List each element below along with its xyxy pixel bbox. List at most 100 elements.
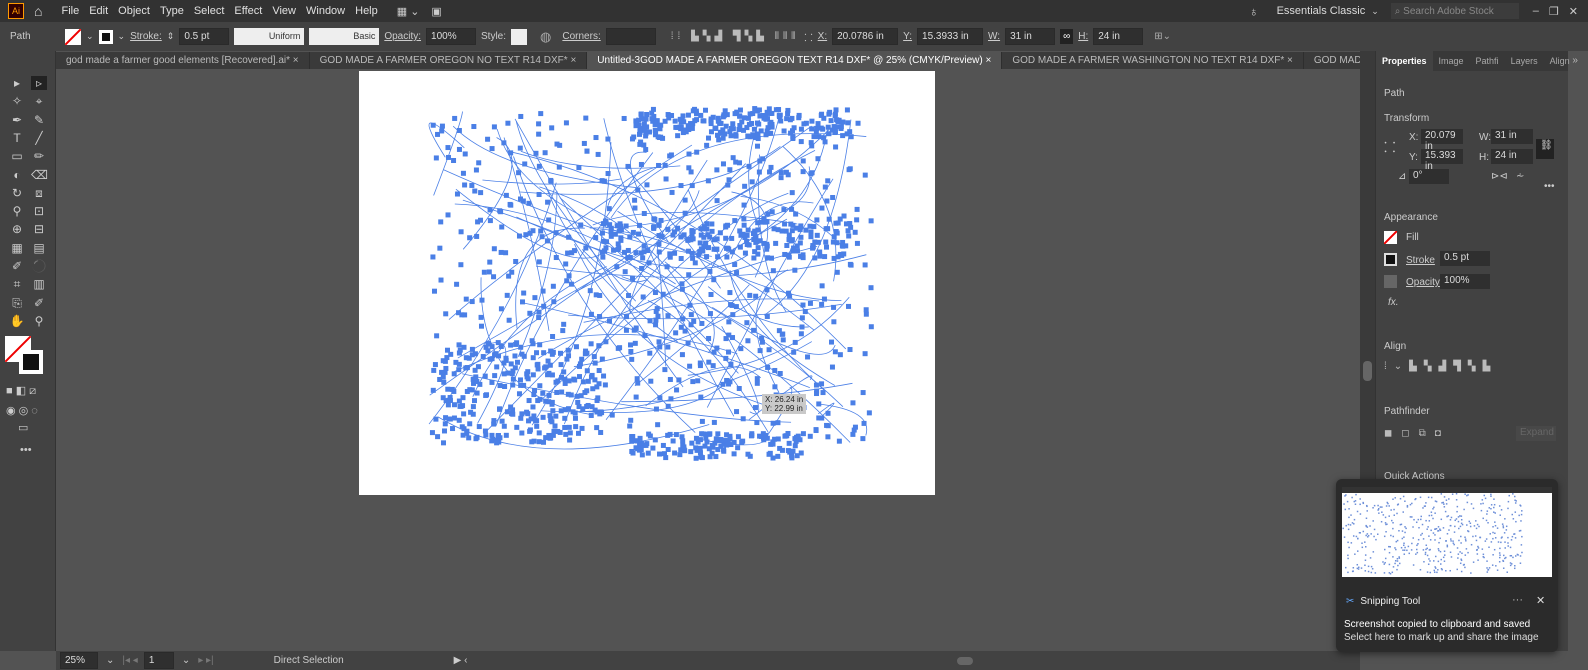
selected-artwork[interactable] xyxy=(359,71,935,495)
tool-21-icon[interactable]: ⚫ xyxy=(31,259,47,273)
tool-27-icon[interactable]: ⚲ xyxy=(31,314,47,328)
corners-label[interactable]: Corners: xyxy=(562,31,600,42)
tool-22-icon[interactable]: ⌗ xyxy=(9,277,25,291)
fill-swatch[interactable] xyxy=(65,28,81,45)
tool-7-icon[interactable]: ╱ xyxy=(31,131,47,145)
minimize-button[interactable]: – xyxy=(1533,5,1539,17)
tool-4-icon[interactable]: ✒ xyxy=(9,113,25,127)
tab-image[interactable]: Image xyxy=(1433,51,1470,71)
stroke-swatch[interactable] xyxy=(98,29,113,44)
opacity-field[interactable]: 100% xyxy=(1440,274,1490,289)
tool-16-icon[interactable]: ⊕ xyxy=(9,222,25,236)
menu-file[interactable]: File xyxy=(61,5,79,17)
recolor-icon[interactable]: ◍ xyxy=(540,29,551,45)
tool-0-icon[interactable]: ▸ xyxy=(9,76,25,90)
constrain-proportions-icon[interactable]: ∞ xyxy=(1060,29,1074,44)
tool-2-icon[interactable]: ✧ xyxy=(9,94,25,108)
tab-layers[interactable]: Layers xyxy=(1505,51,1544,71)
y-field[interactable]: 15.393 in xyxy=(1421,149,1463,172)
snipping-tool-notification[interactable]: ✂ Snipping Tool ··· ✕ Screenshot copied t… xyxy=(1336,479,1558,652)
screenshot-thumbnail[interactable] xyxy=(1342,487,1552,577)
search-input[interactable]: Search Adobe Stock xyxy=(1403,6,1494,17)
menu-select[interactable]: Select xyxy=(194,5,225,17)
w-field[interactable]: 31 in xyxy=(1005,28,1056,45)
stroke-swatch[interactable] xyxy=(1384,253,1397,266)
tab-document-4[interactable]: GOD MADE A FARMER WASHINGTON NO TEXT R14… xyxy=(1002,52,1304,69)
align-icons[interactable]: ⁞⁞ ▙▚▟ ▜▚▙ ⫴⫴⫴ xyxy=(671,31,800,42)
stroke-weight-field[interactable]: 0.5 pt xyxy=(1440,251,1490,266)
workspace-switcher[interactable]: Essentials Classic xyxy=(1277,5,1366,17)
align-buttons[interactable]: ⁞⌄▙▚▟▜▚▙ xyxy=(1384,361,1497,372)
menu-effect[interactable]: Effect xyxy=(234,5,262,17)
more-options-icon[interactable]: ··· xyxy=(1512,594,1523,606)
zoom-field[interactable]: 25% xyxy=(60,652,98,669)
tab-document-1[interactable]: god made a farmer good elements [Recover… xyxy=(56,52,310,69)
constrain-proportions-icon[interactable]: ⛓ xyxy=(1536,139,1554,159)
opacity-label[interactable]: Opacity: xyxy=(384,31,421,42)
tool-26-icon[interactable]: ✋ xyxy=(9,314,25,328)
stroke-label[interactable]: Stroke: xyxy=(130,31,162,42)
draw-mode-icons[interactable]: ◉ ◎ ◌ xyxy=(6,404,38,417)
tool-13-icon[interactable]: ⧈ xyxy=(31,186,47,200)
tool-19-icon[interactable]: ▤ xyxy=(31,241,47,255)
y-field[interactable]: 15.3933 in xyxy=(917,28,984,45)
fx-icon[interactable]: fx. xyxy=(1388,297,1399,308)
home-icon[interactable]: ⌂ xyxy=(34,3,42,19)
h-field[interactable]: 24 in xyxy=(1093,28,1144,45)
x-field[interactable]: 20.0786 in xyxy=(832,28,899,45)
reference-point-icon[interactable]: ⸬ xyxy=(804,30,812,44)
lightbulb-icon[interactable]: ♁ xyxy=(1249,4,1259,19)
tool-10-icon[interactable]: ◐ xyxy=(9,168,25,182)
corners-field[interactable] xyxy=(605,28,656,45)
tab-pathfinder[interactable]: Pathfi xyxy=(1470,51,1505,71)
menu-window[interactable]: Window xyxy=(306,5,345,17)
close-button[interactable]: ✕ xyxy=(1569,5,1578,18)
tool-14-icon[interactable]: ⚲ xyxy=(9,204,25,218)
tab-align[interactable]: Align xyxy=(1544,51,1576,71)
reference-point-icon[interactable]: ⸬ xyxy=(1384,138,1396,157)
menu-view[interactable]: View xyxy=(272,5,296,17)
stroke-dropdown[interactable]: ⌄ xyxy=(118,31,126,42)
artboard-dropdown[interactable]: ⌄ xyxy=(182,655,190,666)
tab-document-3[interactable]: Untitled-3GOD MADE A FARMER OREGON TEXT … xyxy=(587,52,1003,69)
variable-width-profile[interactable]: Uniform xyxy=(234,28,305,45)
artboard-nav-next-icons[interactable]: ▸ ▸| xyxy=(198,655,213,666)
rotate-field[interactable]: 0° xyxy=(1409,169,1449,184)
close-tab-icon[interactable]: × xyxy=(1287,55,1293,66)
zoom-dropdown[interactable]: ⌄ xyxy=(106,655,114,666)
tool-6-icon[interactable]: T xyxy=(9,131,25,145)
h-field[interactable]: 24 in xyxy=(1491,149,1533,164)
close-tab-icon[interactable]: × xyxy=(986,55,992,66)
tool-23-icon[interactable]: ▥ xyxy=(31,277,47,291)
opacity-field[interactable]: 100% xyxy=(426,28,477,45)
tab-document-2[interactable]: GOD MADE A FARMER OREGON NO TEXT R14 DXF… xyxy=(310,52,588,69)
tool-17-icon[interactable]: ⊟ xyxy=(31,222,47,236)
tool-1-icon[interactable]: ▹ xyxy=(31,76,47,90)
tool-3-icon[interactable]: ⌖ xyxy=(31,94,47,108)
status-menu-icon[interactable]: ▶ ‹ xyxy=(454,655,468,666)
artboard-number-field[interactable]: 1 xyxy=(143,652,174,669)
tool-12-icon[interactable]: ↻ xyxy=(9,186,25,200)
artboard-nav-icons[interactable]: |◂ ◂ xyxy=(122,655,137,666)
restore-button[interactable]: ❐ xyxy=(1549,5,1559,18)
x-field[interactable]: 20.079 in xyxy=(1421,129,1463,152)
edit-toolbar-icon[interactable]: ••• xyxy=(20,444,32,456)
arrange-documents-icon[interactable]: ▦ ⌄ xyxy=(397,5,420,18)
tool-8-icon[interactable]: ▭ xyxy=(9,149,25,163)
tool-9-icon[interactable]: ✏ xyxy=(31,149,47,163)
color-mode-icons[interactable]: ■ ◧ ⧄ xyxy=(6,384,36,398)
flip-horizontal-icon[interactable]: ⊳⊲ xyxy=(1491,171,1508,182)
fill-dropdown[interactable]: ⌄ xyxy=(86,31,94,42)
artboard[interactable] xyxy=(359,71,935,495)
style-swatch[interactable] xyxy=(511,28,528,45)
gpu-performance-icon[interactable]: ▣ xyxy=(431,5,441,18)
stroke-label[interactable]: Stroke xyxy=(1406,255,1435,266)
close-toast-button[interactable]: ✕ xyxy=(1536,594,1545,607)
pathfinder-buttons[interactable]: ◼◻⧉◘ xyxy=(1384,428,1450,439)
menu-help[interactable]: Help xyxy=(355,5,378,17)
tab-properties[interactable]: Properties xyxy=(1376,51,1433,71)
menu-type[interactable]: Type xyxy=(160,5,184,17)
flip-vertical-icon[interactable]: ⩪ xyxy=(1516,171,1524,182)
w-field[interactable]: 31 in xyxy=(1491,129,1533,144)
tool-15-icon[interactable]: ⊡ xyxy=(31,204,47,218)
